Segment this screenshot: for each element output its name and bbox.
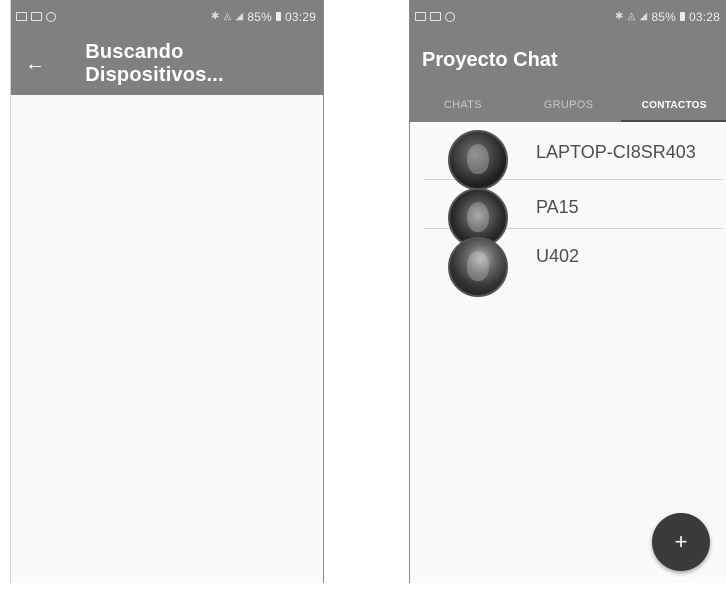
avatar-face-icon: [467, 251, 489, 281]
signal-icon: ◢: [639, 11, 648, 22]
battery-icon: [275, 12, 281, 21]
notification-icons: [16, 11, 56, 22]
list-item[interactable]: PA15: [424, 180, 723, 248]
arrow-left-icon[interactable]: ←: [25, 53, 64, 76]
device-search-screen: ✱ ◬ ◢ 85% 03:29 ← Buscando Dispositivos.…: [10, 0, 324, 583]
screenshot-icon: [16, 12, 27, 21]
tab-contactos[interactable]: CONTACTOS: [621, 88, 726, 122]
screenshot-stage: ✱ ◬ ◢ 85% 03:29 ← Buscando Dispositivos.…: [0, 0, 726, 589]
battery-percent: 85%: [651, 9, 676, 24]
avatar-face-icon: [467, 202, 489, 232]
app-notification-icon: [46, 11, 56, 22]
avatar: [448, 237, 508, 297]
chat-contacts-screen: ✱ ◬ ◢ 85% 03:28 Proyecto Chat CHATS GRUP…: [409, 0, 726, 583]
status-bar: ✱ ◬ ◢ 85% 03:29: [11, 0, 323, 33]
mail-icon: [430, 12, 441, 21]
contact-name: LAPTOP-CI8SR403: [536, 142, 696, 162]
tab-grupos[interactable]: GRUPOS: [516, 88, 622, 122]
battery-percent: 85%: [247, 9, 272, 24]
tab-chats[interactable]: CHATS: [410, 88, 516, 122]
clock: 03:28: [688, 9, 720, 24]
add-contact-button[interactable]: +: [652, 513, 710, 571]
clock: 03:29: [284, 9, 316, 24]
mail-icon: [31, 12, 42, 21]
avatar-face-icon: [467, 144, 489, 174]
screenshot-icon: [415, 12, 426, 21]
status-bar: ✱ ◬ ◢ 85% 03:28: [410, 0, 726, 33]
battery-icon: [679, 12, 685, 21]
wifi-icon: ◬: [627, 11, 636, 22]
tab-bar: CHATS GRUPOS CONTACTOS: [410, 88, 726, 122]
app-notification-icon: [445, 11, 455, 22]
list-item[interactable]: LAPTOP-CI8SR403: [424, 122, 723, 190]
signal-icon: ◢: [235, 11, 244, 22]
system-status: ✱ ◬ ◢ 85% 03:29: [211, 10, 316, 24]
list-item[interactable]: U402: [424, 229, 723, 297]
toolbar: Proyecto Chat: [410, 33, 726, 88]
notification-icons: [415, 11, 455, 22]
app-title: Proyecto Chat: [422, 49, 558, 71]
system-status: ✱ ◬ ◢ 85% 03:28: [615, 10, 720, 24]
wifi-icon: ◬: [223, 11, 232, 22]
plus-icon: +: [674, 529, 688, 554]
contact-list: LAPTOP-CI8SR403 PA15 U402: [410, 122, 726, 297]
contact-name: PA15: [536, 197, 579, 217]
toolbar: ← Buscando Dispositivos...: [11, 33, 323, 95]
bluetooth-icon: ✱: [614, 11, 624, 22]
page-title: Buscando Dispositivos...: [85, 41, 224, 86]
contact-name: U402: [536, 246, 580, 266]
bluetooth-icon: ✱: [210, 11, 220, 22]
